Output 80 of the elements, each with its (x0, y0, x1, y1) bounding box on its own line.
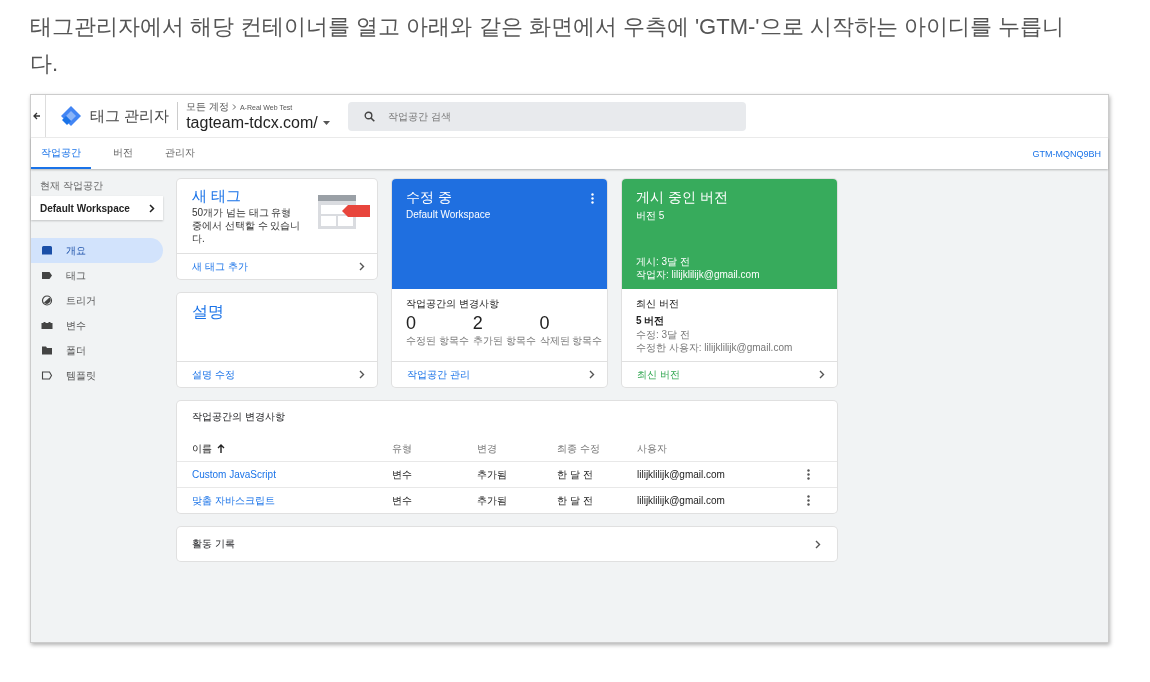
intro-paragraph: 태그관리자에서 해당 컨테이너를 열고 아래와 같은 화면에서 우측에 'GTM-'으로 시작하는 아이디를 누릅니다. (29, 13, 1065, 78)
dropdown-caret-icon[interactable] (322, 121, 330, 125)
nav-tab[interactable]: 작업공간 (31, 138, 91, 169)
count-value: 0 (406, 313, 417, 334)
banner-subtitle: 버전 5 (636, 209, 666, 223)
table-cell-text: 변수 (392, 467, 413, 482)
card-icon (41, 245, 53, 256)
add-tag-link[interactable]: 새 태그 추가 (177, 253, 377, 279)
banner-title: 게시 중인 버전 (636, 189, 728, 207)
sort-arrow-icon (217, 444, 225, 453)
more-menu-icon[interactable] (591, 193, 594, 204)
card-description: 50개가 넘는 태그 유형 중에서 선택할 수 있습니다. (192, 206, 302, 245)
item-name-link[interactable]: Custom JavaScript (192, 469, 392, 480)
version-number: 5 버전 (636, 314, 666, 328)
sidebar-item[interactable]: 폴더 (31, 338, 163, 363)
search-field[interactable]: 작업공간 검색 (347, 101, 746, 131)
chevron-right-icon (231, 104, 237, 110)
chevron-right-icon (149, 203, 155, 213)
chevron-right-icon (589, 370, 595, 379)
tag-window-illustration (318, 195, 372, 231)
table-cell-text: 한 달 전 (557, 467, 594, 482)
container-id-link[interactable]: GTM-MQNQ9BH (1032, 148, 1101, 159)
banner-subtitle: Default Workspace (406, 209, 492, 220)
column-header[interactable]: 최종 수정 (557, 441, 637, 456)
modified-by: 수정한 사용자: lilijklilijk@gmail.com (636, 341, 794, 354)
count-label: 수정된 항목수 (406, 334, 469, 348)
edit-description-link[interactable]: 설명 수정 (177, 361, 377, 387)
breadcrumb-link[interactable]: 모든 계정 (186, 100, 229, 114)
chevron-right-icon (819, 370, 825, 379)
modified-time: 수정: 3달 전 (636, 328, 691, 341)
card-title: 새 태그 (192, 187, 243, 206)
back-arrow-icon[interactable] (33, 112, 41, 120)
table-cell-text: 추가됨 (477, 467, 508, 482)
label-icon (41, 270, 53, 281)
chevron-right-icon (359, 370, 365, 379)
count-label: 추가된 항목수 (472, 334, 536, 348)
table-title: 작업공간의 변경사항 (191, 410, 286, 424)
folder-icon (41, 345, 53, 356)
count-value: 0 (539, 313, 551, 334)
column-header[interactable]: 이름 (192, 441, 392, 456)
section-title: 작업공간의 변경사항 (406, 297, 500, 311)
table-cell-text: 한 달 전 (557, 493, 594, 508)
table-cell-text: lilijklilijk@gmail.com (637, 495, 726, 506)
banner-title: 수정 중 (406, 189, 452, 207)
product-title: 태그 관리자 (90, 106, 170, 126)
latest-version-link[interactable]: 최신 버전 (622, 361, 837, 387)
manage-workspace-link[interactable]: 작업공간 관리 (392, 361, 607, 387)
search-icon (363, 110, 375, 122)
sidebar-item[interactable]: 태그 (31, 263, 163, 288)
publisher: 작업자: lilijklilijk@gmail.com (636, 268, 761, 281)
item-name-link[interactable]: 맞춤 자바스크립트 (192, 493, 392, 508)
column-header[interactable]: 변경 (477, 441, 557, 456)
sidebar-item[interactable]: 템플릿 (31, 363, 163, 388)
circle-icon (41, 295, 53, 306)
count-label: 삭제된 항목수 (539, 334, 603, 348)
container-name[interactable]: tagteam-tdcx.com/ (186, 114, 318, 132)
workspace-label: 현재 작업공간 (39, 179, 104, 193)
blocks-icon (41, 320, 53, 331)
card-title: 설명 (191, 302, 225, 322)
nav-tab[interactable]: 관리자 (155, 138, 205, 169)
chevron-right-icon (359, 262, 365, 271)
count-value: 2 (472, 313, 484, 334)
table-cell-text: lilijklilijk@gmail.com (637, 469, 726, 480)
sidebar-item[interactable]: 개요 (31, 238, 163, 263)
sidebar-item[interactable]: 변수 (31, 313, 163, 338)
table-cell-text: 추가됨 (477, 493, 508, 508)
diamond-logo-icon (60, 105, 82, 127)
table-cell-text: 변수 (392, 493, 413, 508)
column-header[interactable]: 사용자 (637, 441, 807, 456)
more-menu-icon[interactable] (807, 469, 810, 480)
sidebar-item[interactable]: 트리거 (31, 288, 163, 313)
label-outline-icon (41, 370, 53, 381)
chevron-right-icon (815, 539, 821, 549)
nav-tab[interactable]: 버전 (103, 138, 143, 169)
publish-time: 게시: 3달 전 (636, 255, 691, 268)
activity-history-row[interactable]: 활동 기록 (177, 527, 837, 561)
section-title: 최신 버전 (636, 297, 680, 311)
column-header[interactable]: 유형 (392, 441, 477, 456)
more-menu-icon[interactable] (807, 495, 810, 506)
workspace-selector[interactable]: Default Workspace (31, 196, 163, 220)
